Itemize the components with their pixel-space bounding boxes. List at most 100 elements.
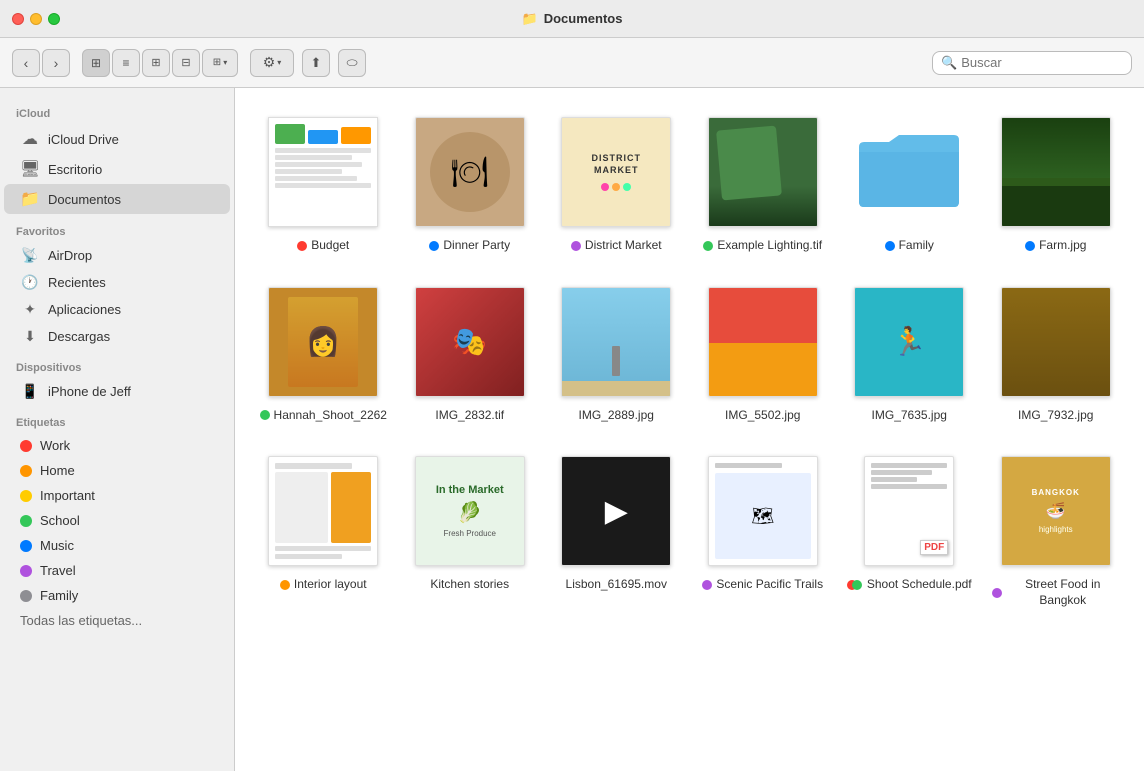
file-thumb-kitchen-stories: In the Market 🥬 Fresh Produce xyxy=(410,451,530,571)
view-options-dropdown[interactable]: ⊞ ▾ xyxy=(202,49,238,77)
sidebar-item-family[interactable]: Family xyxy=(4,583,230,608)
settings-button[interactable]: ⚙ ▾ xyxy=(250,49,294,77)
search-icon: 🔍 xyxy=(941,55,957,71)
file-thumb-dinner-party: 🍽 xyxy=(410,112,530,232)
view-columns-button[interactable]: ⊞ xyxy=(142,49,170,77)
street-thumbnail: BANGKOK 🍜 highlights xyxy=(1001,456,1111,566)
window-title: 📁 Documentos xyxy=(522,11,623,27)
file-item-img7932[interactable]: IMG_7932.jpg xyxy=(988,278,1125,428)
file-item-img2889[interactable]: IMG_2889.jpg xyxy=(548,278,685,428)
file-item-kitchen-stories[interactable]: In the Market 🥬 Fresh Produce Kitchen st… xyxy=(402,447,539,612)
window-title-text: Documentos xyxy=(544,11,623,26)
file-thumb-img2832: 🎭 xyxy=(410,282,530,402)
district-dot xyxy=(571,241,581,251)
file-thumb-example xyxy=(703,112,823,232)
sidebar-item-school[interactable]: School xyxy=(4,508,230,533)
interior-name-row: Interior layout xyxy=(280,577,367,593)
view-cover-button[interactable]: ⊟ xyxy=(172,49,200,77)
recientes-icon: 🕐 xyxy=(20,274,40,291)
sidebar-item-escritorio[interactable]: 🖥 Escritorio xyxy=(4,154,230,184)
farm-thumbnail xyxy=(1001,117,1111,227)
file-thumb-family xyxy=(849,112,969,232)
school-color-dot xyxy=(20,515,32,527)
forward-button[interactable]: › xyxy=(42,49,70,77)
file-item-example-lighting[interactable]: Example Lighting.tif xyxy=(695,108,832,258)
search-input[interactable] xyxy=(961,55,1123,70)
view-list-button[interactable]: ≡ xyxy=(112,49,140,77)
sidebar-item-travel[interactable]: Travel xyxy=(4,558,230,583)
scenic-dot xyxy=(702,580,712,590)
file-item-budget[interactable]: Budget xyxy=(255,108,392,258)
sidebar-item-airdrop[interactable]: 📡 AirDrop xyxy=(4,242,230,269)
budget-thumbnail xyxy=(268,117,378,227)
file-item-lisbon[interactable]: ▶ Lisbon_61695.mov xyxy=(548,447,685,612)
file-thumb-img7932 xyxy=(996,282,1116,402)
dinner-name-row: Dinner Party xyxy=(429,238,510,254)
sidebar-item-icloud-drive[interactable]: ☁ iCloud Drive xyxy=(4,124,230,154)
nav-buttons: ‹ › xyxy=(12,49,70,77)
work-label: Work xyxy=(40,438,70,453)
img5502-name-row: IMG_5502.jpg xyxy=(725,408,800,424)
scenic-thumbnail: 🗺 xyxy=(708,456,818,566)
example-thumbnail xyxy=(708,117,818,227)
district-name-text: District Market xyxy=(585,238,662,254)
aplicaciones-label: Aplicaciones xyxy=(48,302,121,317)
shoot-thumbnail: PDF xyxy=(864,456,954,566)
file-item-shoot-schedule[interactable]: PDF Shoot Schedule.pdf xyxy=(841,447,978,612)
back-button[interactable]: ‹ xyxy=(12,49,40,77)
file-item-family[interactable]: Family xyxy=(841,108,978,258)
file-thumb-hannah: 👩 xyxy=(263,282,383,402)
file-thumb-shoot-schedule: PDF xyxy=(849,451,969,571)
sidebar-item-documentos[interactable]: 📁 Documentos xyxy=(4,184,230,214)
sidebar-item-music[interactable]: Music xyxy=(4,533,230,558)
family-color-dot xyxy=(20,590,32,602)
file-thumb-scenic: 🗺 xyxy=(703,451,823,571)
family-label: Family xyxy=(40,588,78,603)
sidebar-item-home[interactable]: Home xyxy=(4,458,230,483)
file-item-interior-layout[interactable]: Interior layout xyxy=(255,447,392,612)
recientes-label: Recientes xyxy=(48,275,106,290)
view-grid-button[interactable]: ⊞ xyxy=(82,49,110,77)
file-item-dinner-party[interactable]: 🍽 Dinner Party xyxy=(402,108,539,258)
farm-dot xyxy=(1025,241,1035,251)
file-thumb-img2889 xyxy=(556,282,676,402)
dinner-dot xyxy=(429,241,439,251)
share-button[interactable]: ⬆ xyxy=(302,49,330,77)
file-item-scenic[interactable]: 🗺 Scenic Pacific Trails xyxy=(695,447,832,612)
file-item-img5502[interactable]: IMG_5502.jpg xyxy=(695,278,832,428)
farm-name-row: Farm.jpg xyxy=(1025,238,1086,254)
tag-button[interactable]: ⬭ xyxy=(338,49,366,77)
file-item-hannah[interactable]: 👩 Hannah_Shoot_2262 xyxy=(255,278,392,428)
farm-name-text: Farm.jpg xyxy=(1039,238,1086,254)
street-food-name-text: Street Food in Bangkok xyxy=(1006,577,1121,608)
minimize-button[interactable] xyxy=(30,13,42,25)
file-thumb-img7635: 🏃 xyxy=(849,282,969,402)
airdrop-label: AirDrop xyxy=(48,248,92,263)
file-item-img7635[interactable]: 🏃 IMG_7635.jpg xyxy=(841,278,978,428)
file-item-district-market[interactable]: DISTRICTMARKET District Market xyxy=(548,108,685,258)
file-item-farm[interactable]: Farm.jpg xyxy=(988,108,1125,258)
settings-chevron-icon: ▾ xyxy=(277,58,281,67)
fullscreen-button[interactable] xyxy=(48,13,60,25)
file-thumb-img5502 xyxy=(703,282,823,402)
shoot-name-text: Shoot Schedule.pdf xyxy=(867,577,972,593)
search-box[interactable]: 🔍 xyxy=(932,51,1132,75)
file-thumb-budget xyxy=(263,112,383,232)
folder-svg xyxy=(854,127,964,217)
district-name-row: District Market xyxy=(571,238,662,254)
home-label: Home xyxy=(40,463,75,478)
sidebar-item-todas-etiquetas[interactable]: Todas las etiquetas... xyxy=(4,608,230,633)
file-item-street-food[interactable]: BANGKOK 🍜 highlights Street Food in Bang… xyxy=(988,447,1125,612)
close-button[interactable] xyxy=(12,13,24,25)
gear-icon: ⚙ xyxy=(263,54,276,71)
toolbar: ‹ › ⊞ ≡ ⊞ ⊟ ⊞ ▾ ⚙ ▾ ⬆ ⬭ 🔍 xyxy=(0,38,1144,88)
file-item-img2832[interactable]: 🎭 IMG_2832.tif xyxy=(402,278,539,428)
sidebar-item-work[interactable]: Work xyxy=(4,433,230,458)
sidebar-item-iphone[interactable]: 📱 iPhone de Jeff xyxy=(4,378,230,405)
sidebar-item-recientes[interactable]: 🕐 Recientes xyxy=(4,269,230,296)
dispositivos-section-label: Dispositivos xyxy=(0,350,234,378)
district-thumbnail: DISTRICTMARKET xyxy=(561,117,671,227)
sidebar-item-aplicaciones[interactable]: ✦ Aplicaciones xyxy=(4,296,230,323)
sidebar-item-descargas[interactable]: ⬇ Descargas xyxy=(4,323,230,350)
sidebar-item-important[interactable]: Important xyxy=(4,483,230,508)
